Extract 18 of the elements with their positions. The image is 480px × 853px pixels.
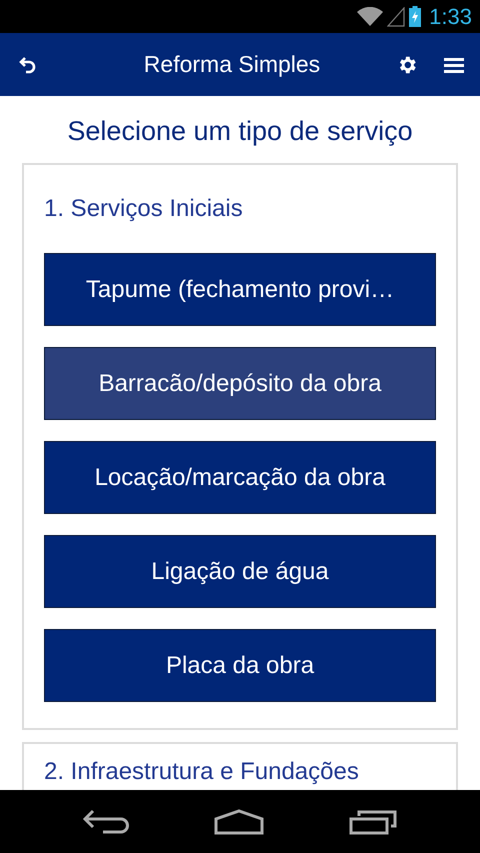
recent-apps-icon — [349, 808, 398, 834]
back-icon — [18, 54, 38, 74]
menu-icon — [444, 56, 464, 74]
app-title: Reforma Simples — [142, 51, 322, 78]
service-button[interactable]: Ligação de água — [44, 535, 436, 608]
battery-icon — [409, 6, 422, 27]
service-button[interactable]: Placa da obra — [44, 629, 436, 702]
back-arrow-icon — [82, 808, 129, 834]
service-button[interactable]: Tapume (fechamento provi… — [44, 253, 436, 326]
service-button[interactable]: Barracão/depósito da obra — [44, 347, 436, 420]
service-button[interactable]: Locação/marcação da obra — [44, 441, 436, 514]
section-title: 2. Infraestrutura e Fundações — [44, 758, 360, 786]
status-time: 1:33 — [429, 4, 472, 30]
signal-icon — [387, 6, 406, 26]
section-title: 1. Serviços Iniciais — [44, 195, 244, 223]
wifi-icon — [357, 6, 384, 26]
page-heading: Selecione um tipo de serviço — [67, 116, 413, 147]
home-icon — [214, 808, 264, 834]
